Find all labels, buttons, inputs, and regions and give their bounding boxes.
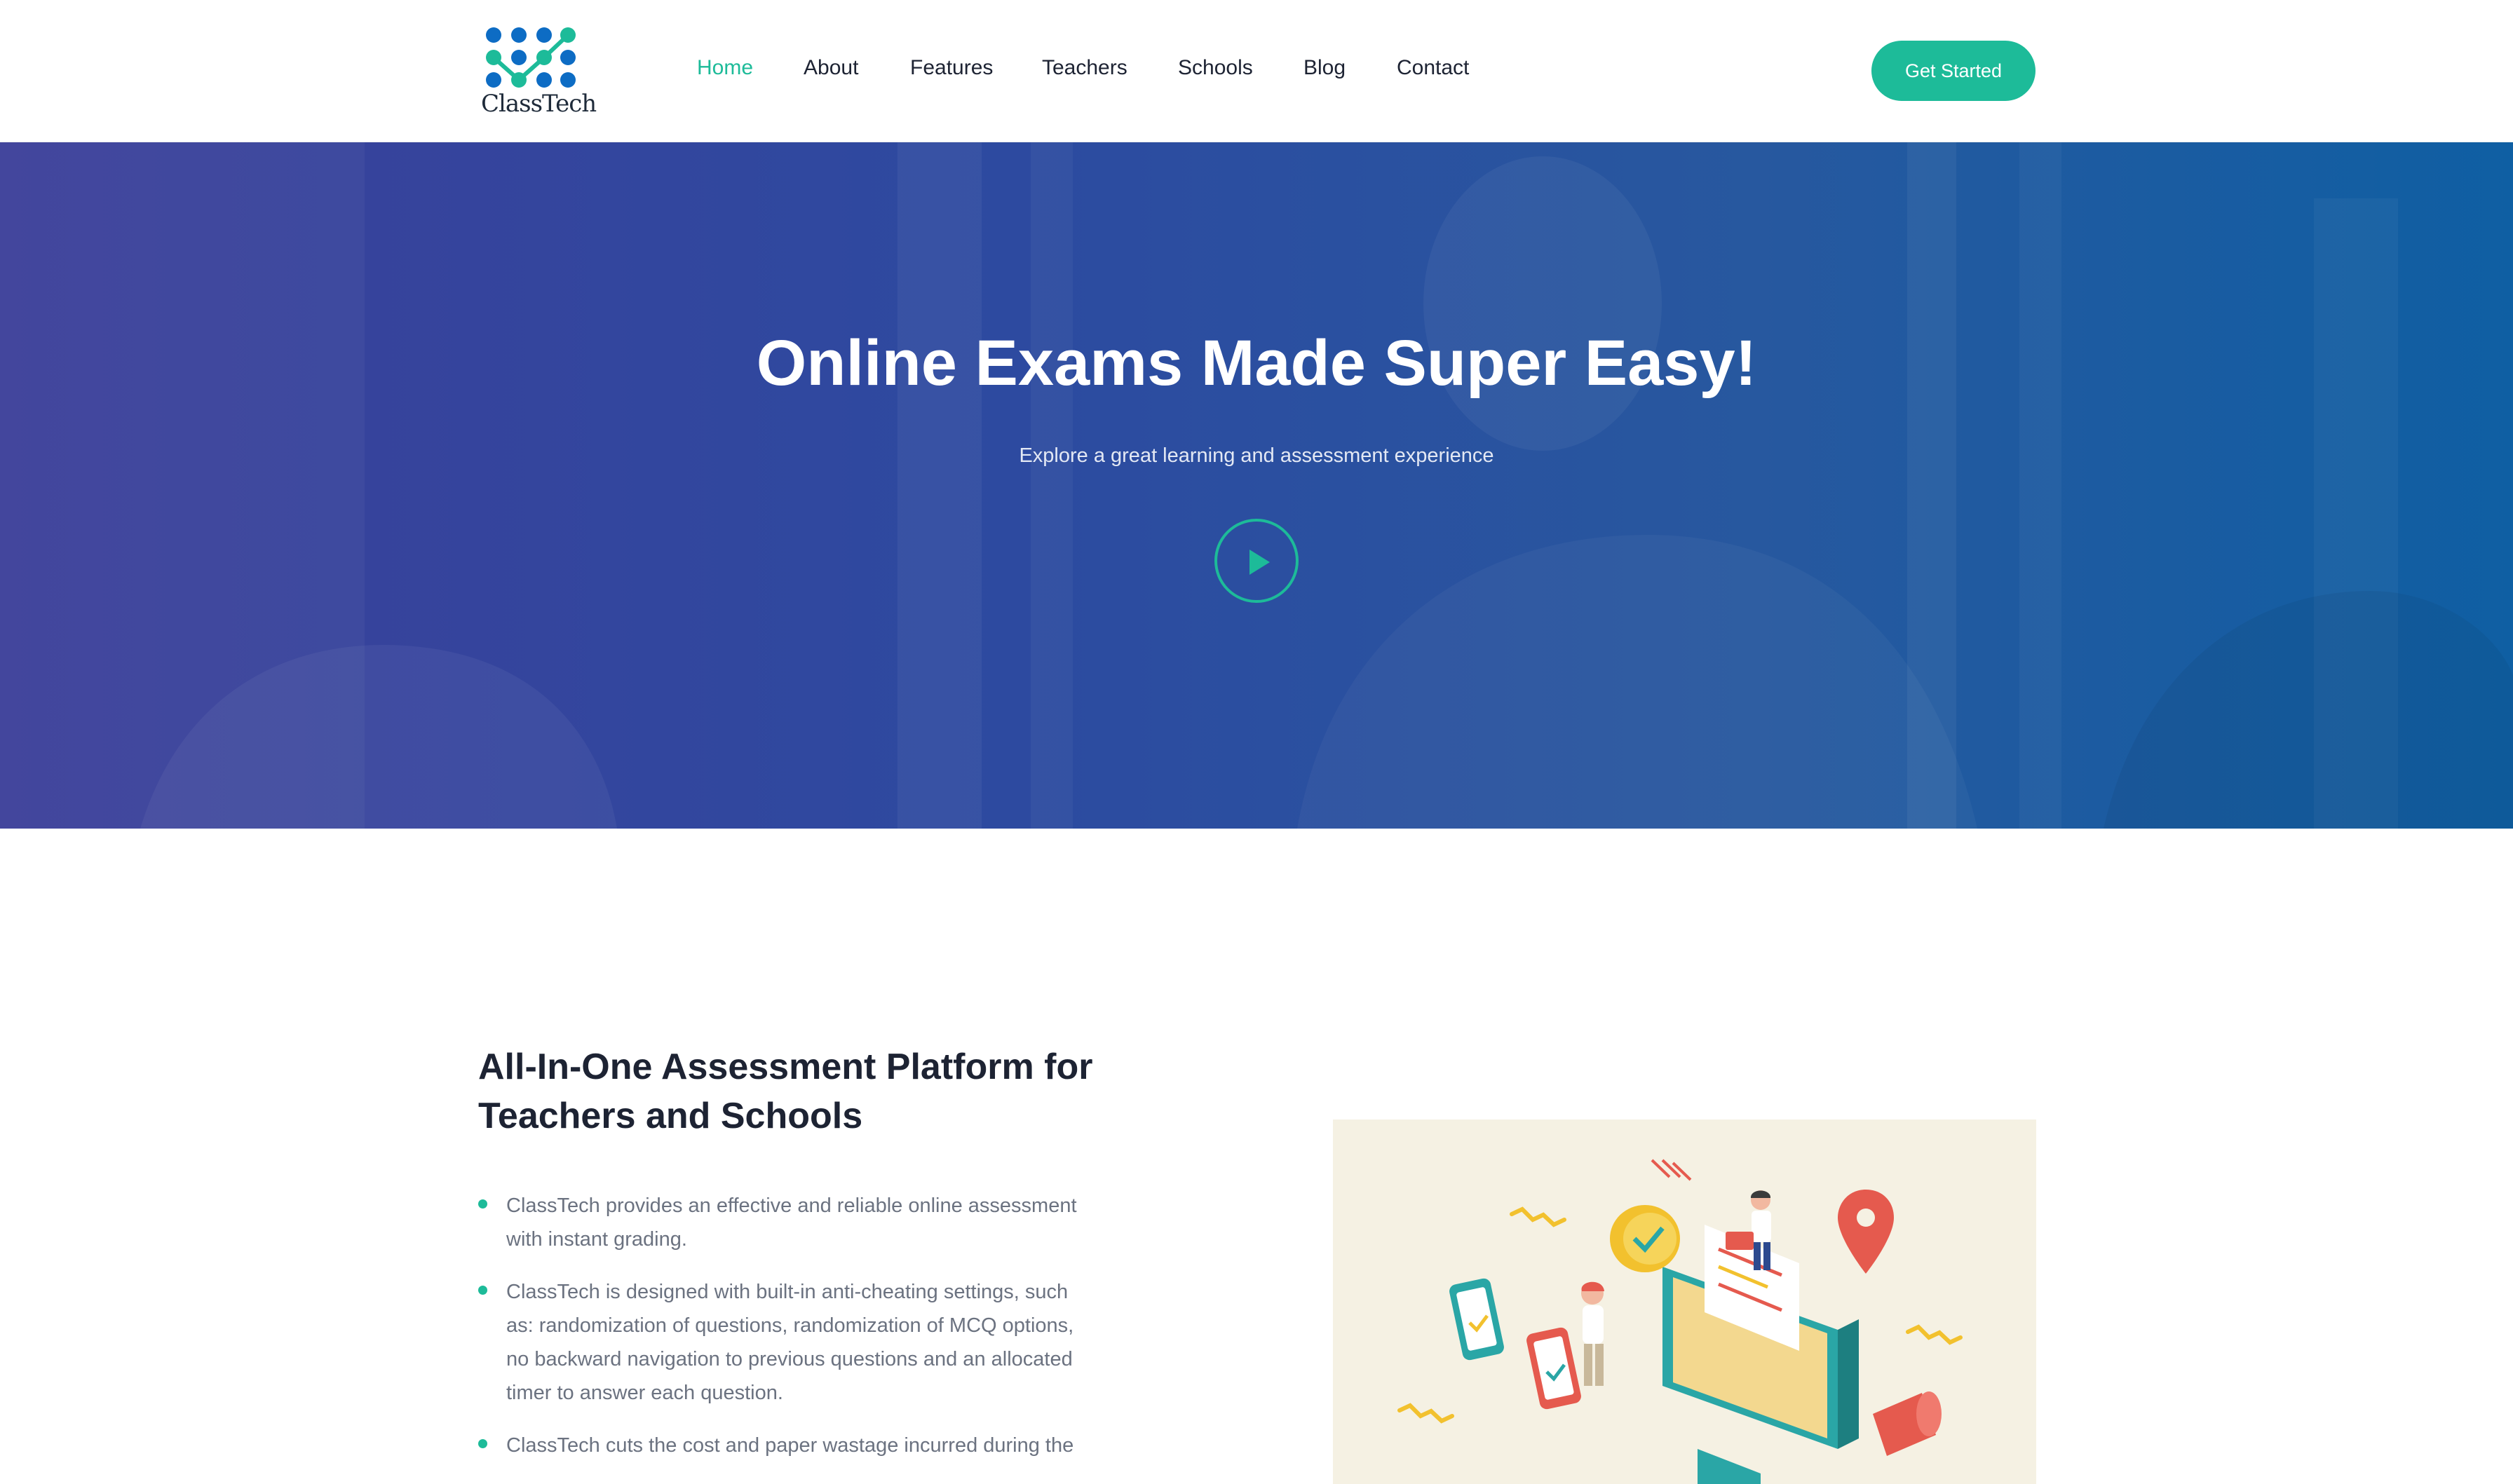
hero-subtitle: Explore a great learning and assessment …	[1019, 444, 1494, 467]
bullet-icon	[478, 1286, 487, 1295]
about-heading: All-In-One Assessment Platform for Teach…	[478, 1042, 1151, 1141]
hero-title: Online Exams Made Super Easy!	[756, 327, 1757, 399]
feature-text: ClassTech is designed with built-in anti…	[506, 1281, 1069, 1303]
play-video-button[interactable]	[1214, 519, 1299, 603]
feature-text: ClassTech provides an effective and reli…	[506, 1194, 1077, 1217]
nav-item-blog[interactable]: Blog	[1303, 56, 1346, 80]
bullet-icon	[478, 1199, 487, 1209]
nav-item-home[interactable]: Home	[697, 56, 753, 80]
get-started-button[interactable]: Get Started	[1871, 41, 2036, 101]
feature-text: no backward navigation to previous quest…	[506, 1348, 1073, 1370]
feature-item: ClassTech is designed with built-in anti…	[478, 1275, 1109, 1410]
feature-text: as: randomization of questions, randomiz…	[506, 1314, 1074, 1337]
nav-item-features[interactable]: Features	[910, 56, 993, 80]
hero-banner: Online Exams Made Super Easy! Explore a …	[0, 142, 2513, 829]
about-heading-line-2: Teachers and Schools	[478, 1096, 863, 1136]
logo-text: ClassTech	[481, 90, 597, 118]
hero-background-photo	[0, 142, 2513, 829]
feature-item: ClassTech cuts the cost and paper wastag…	[478, 1429, 1109, 1462]
bullet-icon	[478, 1439, 487, 1448]
nav-item-about[interactable]: About	[804, 56, 858, 80]
isometric-learning-illustration	[1397, 1159, 1963, 1484]
classtech-logo[interactable]: ClassTech	[481, 27, 597, 121]
feature-list: ClassTech provides an effective and reli…	[478, 1189, 1109, 1481]
logo-dots-icon	[486, 27, 576, 88]
nav-item-teachers[interactable]: Teachers	[1042, 56, 1127, 80]
about-heading-line-1: All-In-One Assessment Platform for	[478, 1047, 1093, 1087]
feature-text: timer to answer each question.	[506, 1382, 783, 1404]
feature-text: with instant grading.	[506, 1228, 687, 1251]
top-navbar: ClassTech Home About Features Teachers S…	[0, 0, 2513, 142]
feature-item: ClassTech provides an effective and reli…	[478, 1189, 1109, 1256]
assessment-illustration	[1333, 1119, 2036, 1484]
nav-item-schools[interactable]: Schools	[1178, 56, 1253, 80]
nav-item-contact[interactable]: Contact	[1397, 56, 1469, 80]
play-icon	[1249, 550, 1270, 575]
feature-text: ClassTech cuts the cost and paper wastag…	[506, 1434, 1074, 1457]
